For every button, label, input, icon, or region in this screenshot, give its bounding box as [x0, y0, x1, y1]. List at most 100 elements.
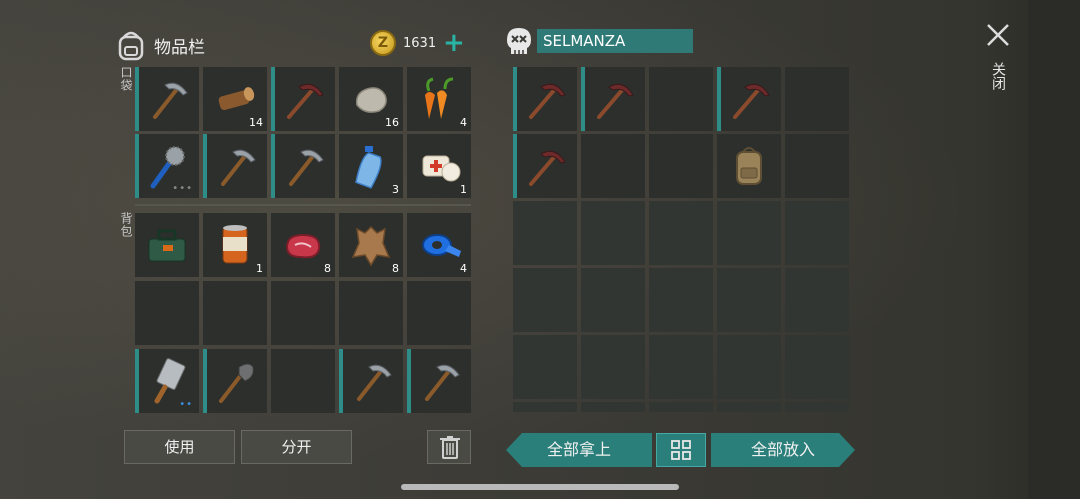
loot-slot-7[interactable] [581, 134, 645, 198]
pickaxe-icon [287, 83, 324, 119]
backpack-slot-1[interactable] [135, 213, 199, 277]
duct-tape-icon [422, 234, 461, 257]
quick-slot-2[interactable] [203, 349, 267, 413]
bandage-icon [422, 155, 461, 182]
item-count: 8 [324, 262, 331, 275]
trash-button[interactable] [427, 430, 471, 464]
pocket-slot-3[interactable] [271, 67, 335, 131]
cleaver-icon [154, 358, 186, 404]
close-button[interactable] [985, 22, 1011, 48]
loot-slot-locked [649, 268, 713, 332]
section-label-pocket: 口袋 [119, 66, 133, 92]
pickaxe-icon [289, 149, 324, 186]
loot-slot-1[interactable] [513, 67, 577, 131]
section-label-backpack: 背包 [119, 212, 133, 238]
loot-slot-locked [649, 335, 713, 399]
loot-slot-locked [717, 268, 781, 332]
quick-slot-5[interactable] [407, 349, 471, 413]
quick-slot-4[interactable] [339, 349, 403, 413]
raw-meat-icon [285, 233, 321, 259]
sort-button[interactable] [656, 433, 706, 467]
pocket-slot-5[interactable]: 4 [407, 67, 471, 131]
loot-slot-locked [717, 335, 781, 399]
inventory-title: 物品栏 [154, 37, 205, 58]
pickaxe-icon [153, 82, 188, 119]
pickaxe-icon [733, 83, 770, 119]
pocket-slot-10[interactable]: 1 [407, 134, 471, 198]
loot-slot-locked [717, 201, 781, 265]
item-count: 1 [256, 262, 263, 275]
quick-slot-3[interactable] [271, 349, 335, 413]
take-all-button[interactable]: 全部拿上 [506, 433, 652, 467]
backpack-slot-3[interactable]: 8 [271, 213, 335, 277]
backpack-slot-2[interactable]: 1 [203, 213, 267, 277]
close-label: 关闭 [990, 62, 1006, 90]
section-divider [135, 204, 471, 206]
leather-icon [351, 225, 391, 267]
add-coins-button[interactable]: + [443, 30, 465, 56]
pocket-slot-9[interactable]: 3 [339, 134, 403, 198]
loot-slot-6[interactable] [513, 134, 577, 198]
inventory-header: 物品栏 [116, 28, 205, 62]
item-count: 3 [392, 183, 399, 196]
pocket-slot-8[interactable] [271, 134, 335, 198]
pickaxe-icon [425, 364, 460, 401]
loot-slot-2[interactable] [581, 67, 645, 131]
close-icon [987, 24, 1009, 46]
backpack-slot-8[interactable] [271, 281, 335, 345]
loot-slot-locked [581, 335, 645, 399]
carrot-icon [425, 77, 454, 119]
item-count: 16 [385, 116, 399, 129]
backpack-slot-4[interactable]: 8 [339, 213, 403, 277]
durability-dots: •• [179, 399, 193, 410]
pocket-slot-1[interactable] [135, 67, 199, 131]
loot-slot-9[interactable] [717, 134, 781, 198]
pocket-slot-7[interactable] [203, 134, 267, 198]
durability-dots: ••• [172, 183, 193, 194]
loot-header: SELMANZA [505, 26, 693, 56]
loot-slot-locked [513, 402, 577, 412]
backpack-icon [118, 31, 144, 61]
loot-slot-locked [649, 201, 713, 265]
loot-slot-locked [581, 402, 645, 412]
item-count: 14 [249, 116, 263, 129]
item-count: 4 [460, 262, 467, 275]
put-all-button[interactable]: 全部放入 [711, 433, 855, 467]
loot-slot-8[interactable] [649, 134, 713, 198]
backpack-slot-10[interactable] [407, 281, 471, 345]
loot-slot-locked [513, 335, 577, 399]
backpack-slot-7[interactable] [203, 281, 267, 345]
backpack-slot-9[interactable] [339, 281, 403, 345]
skull-icon [507, 28, 531, 54]
loot-slot-locked [513, 268, 577, 332]
item-count: 8 [392, 262, 399, 275]
loot-slot-3[interactable] [649, 67, 713, 131]
backpack-item-icon [736, 147, 762, 185]
loot-slot-4[interactable] [717, 67, 781, 131]
loot-slot-locked [785, 201, 849, 265]
loot-slot-10[interactable] [785, 134, 849, 198]
pickaxe-icon [357, 364, 392, 401]
screen-edge [1028, 0, 1080, 499]
coin-balance: 1631 [403, 36, 437, 51]
pickaxe-icon [529, 83, 566, 119]
quick-slot-1[interactable]: •• [135, 349, 199, 413]
pocket-slot-4[interactable]: 16 [339, 67, 403, 131]
split-button[interactable]: 分开 [241, 430, 352, 464]
grid-icon [671, 440, 691, 460]
backpack-slot-6[interactable] [135, 281, 199, 345]
pickaxe-icon [597, 83, 634, 119]
home-indicator[interactable] [401, 484, 679, 490]
loot-slot-5[interactable] [785, 67, 849, 131]
use-button[interactable]: 使用 [124, 430, 235, 464]
item-count: 1 [460, 183, 467, 196]
shovel-icon [219, 363, 254, 403]
backpack-slot-5[interactable]: 4 [407, 213, 471, 277]
pocket-slot-2[interactable]: 14 [203, 67, 267, 131]
loot-slot-locked [785, 402, 849, 412]
loot-slot-locked [717, 402, 781, 412]
trash-icon [440, 436, 460, 459]
loot-slot-locked [785, 335, 849, 399]
canned-food-icon [222, 225, 248, 264]
pocket-slot-6[interactable]: ••• [135, 134, 199, 198]
